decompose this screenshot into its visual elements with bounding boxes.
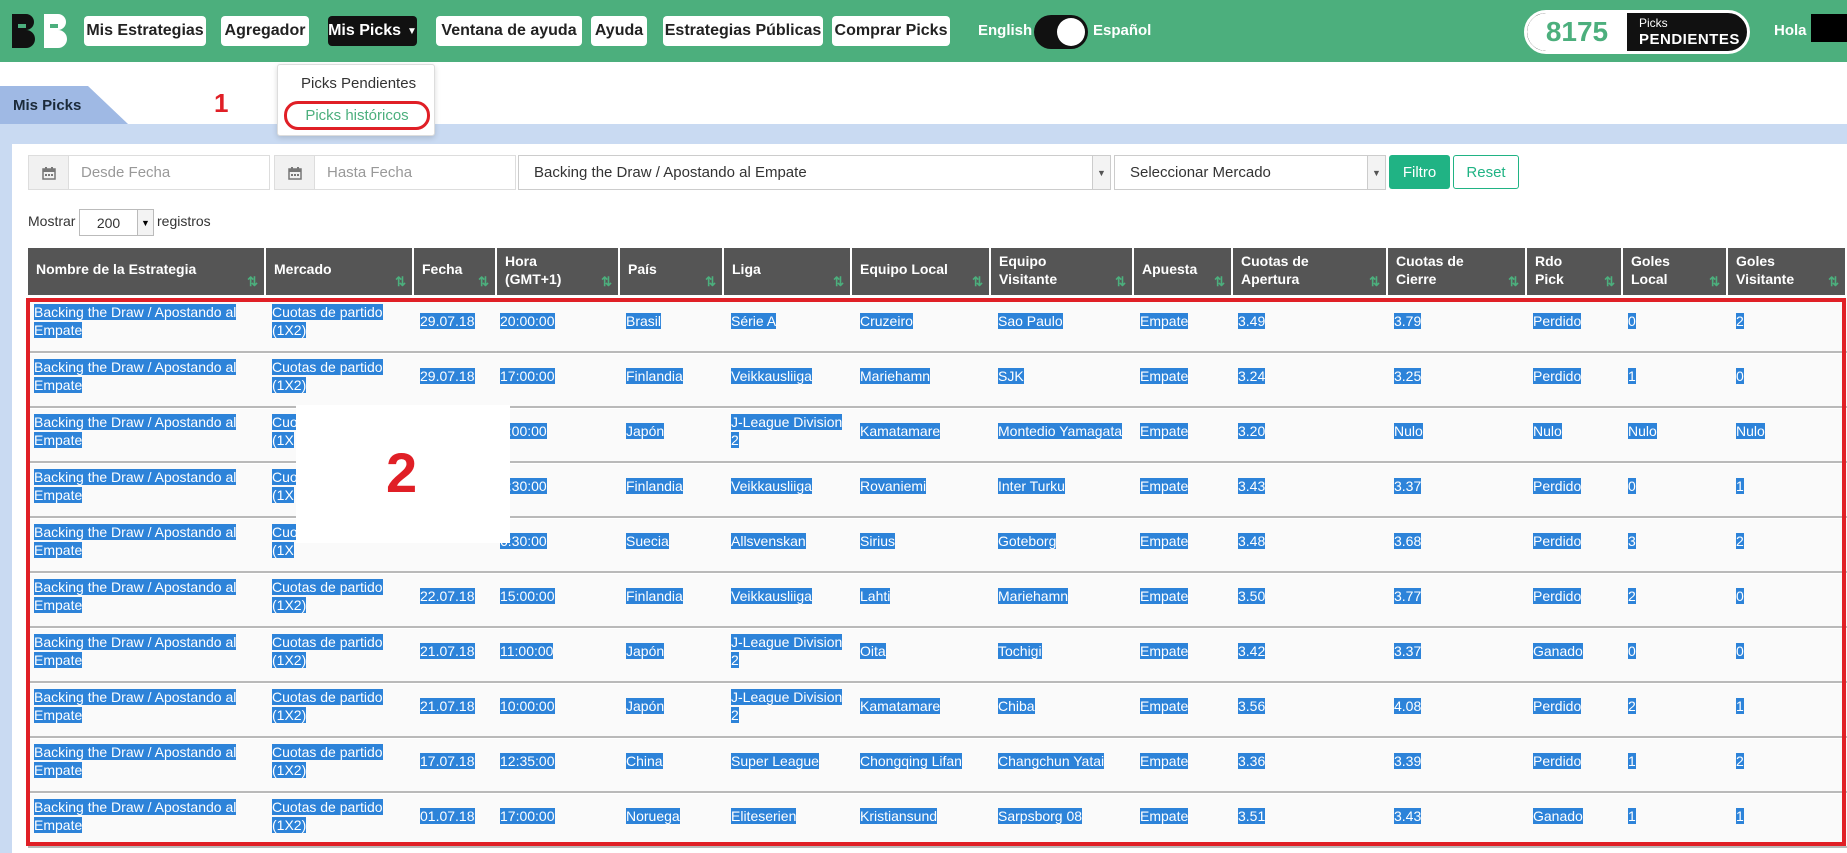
redacted-username[interactable] <box>1811 14 1847 42</box>
column-header-label: Cuotas de <box>1241 253 1309 269</box>
column-header[interactable]: Apuesta ⇅ <box>1134 248 1233 295</box>
column-header[interactable]: País ⇅ <box>620 248 724 295</box>
annotation-step-1: 1 <box>214 88 229 118</box>
brand-logo[interactable] <box>10 12 70 50</box>
sort-icon[interactable]: ⇅ <box>1709 273 1720 291</box>
sort-icon[interactable]: ⇅ <box>1115 273 1126 291</box>
chevron-down-icon: ▼ <box>1367 156 1385 189</box>
calendar-icon[interactable] <box>275 156 315 189</box>
nav-agregador[interactable]: Agregador <box>221 16 309 46</box>
date-to-field <box>274 155 516 190</box>
sort-icon[interactable]: ⇅ <box>972 273 983 291</box>
column-header-label: Visitante <box>999 271 1058 287</box>
sort-icon[interactable]: ⇅ <box>705 273 716 291</box>
column-header[interactable]: Equipo Visitante ⇅ <box>991 248 1134 295</box>
column-header-label: País <box>628 260 657 277</box>
lang-espanol-label[interactable]: Español <box>1093 22 1151 39</box>
column-header-label: Liga <box>732 260 761 277</box>
mis-picks-dropdown: Picks Pendientes Picks históricos <box>277 64 435 136</box>
sort-icon[interactable]: ⇅ <box>395 273 406 291</box>
nav-ayuda[interactable]: Ayuda <box>591 16 647 46</box>
column-header-label: Equipo <box>999 253 1047 269</box>
sort-icon[interactable]: ⇅ <box>478 273 489 291</box>
chevron-down-icon: ▼ <box>1092 156 1110 189</box>
sort-icon[interactable]: ⇅ <box>1369 273 1380 291</box>
calendar-icon[interactable] <box>29 156 69 189</box>
sort-icon[interactable]: ⇅ <box>1214 273 1225 291</box>
sort-icon[interactable]: ⇅ <box>601 273 612 291</box>
page-length-select[interactable]: 200 ▼ <box>79 209 154 236</box>
reset-button[interactable]: Reset <box>1453 155 1519 189</box>
column-header[interactable]: Liga ⇅ <box>724 248 852 295</box>
tab-label: Mis Picks <box>13 97 82 114</box>
column-header-label: Fecha <box>422 260 463 277</box>
menu-item-picks-pendientes[interactable]: Picks Pendientes <box>301 75 416 92</box>
pending-label-picks: Picks <box>1639 16 1668 30</box>
column-header-label: Rdo <box>1535 253 1563 269</box>
column-header[interactable]: Cuotas de Cierre ⇅ <box>1388 248 1527 295</box>
column-header-label: (GMT+1) <box>505 271 562 287</box>
nav-mis-picks[interactable]: Mis Picks ▼ <box>328 16 417 46</box>
nav-comprar-picks[interactable]: Comprar Picks <box>832 16 950 46</box>
column-header-label: Apertura <box>1241 271 1300 287</box>
sort-icon[interactable]: ⇅ <box>1604 273 1615 291</box>
column-header[interactable]: Fecha ⇅ <box>414 248 497 295</box>
market-select-value: Seleccionar Mercado <box>1130 164 1271 181</box>
sort-icon[interactable]: ⇅ <box>1508 273 1519 291</box>
column-header-label: Nombre de la Estrategia <box>36 260 197 277</box>
page-length-value: 200 <box>96 214 121 231</box>
lang-english-label[interactable]: English <box>978 22 1032 39</box>
column-header-label: Pick <box>1535 271 1564 287</box>
sort-icon[interactable]: ⇅ <box>833 273 844 291</box>
top-navbar: Mis Estrategias Agregador Mis Picks ▼ Ve… <box>0 0 1847 62</box>
nav-ventana-de-ayuda[interactable]: Ventana de ayuda <box>436 16 582 46</box>
column-header-label: Visitante <box>1736 271 1795 287</box>
market-select[interactable]: Seleccionar Mercado ▼ <box>1114 155 1386 190</box>
column-header[interactable]: Goles Visitante ⇅ <box>1728 248 1847 295</box>
column-header-label: Hora <box>505 253 537 269</box>
column-header[interactable]: Mercado ⇅ <box>266 248 414 295</box>
length-prefix: Mostrar <box>28 213 76 229</box>
tab-mis-picks[interactable]: Mis Picks <box>0 86 128 124</box>
chevron-down-icon: ▼ <box>137 210 153 235</box>
menu-item-picks-historicos[interactable]: Picks históricos <box>284 101 430 130</box>
column-header-label: Cierre <box>1396 271 1437 287</box>
nav-mis-estrategias[interactable]: Mis Estrategias <box>84 16 206 46</box>
pending-label-pendientes: PENDIENTES <box>1639 31 1740 48</box>
column-header-label: Cuotas de <box>1396 253 1464 269</box>
column-header-label: Goles <box>1631 253 1670 269</box>
date-from-input[interactable] <box>69 156 229 189</box>
strategy-select-value: Backing the Draw / Apostando al Empate <box>534 164 807 181</box>
column-header[interactable]: Rdo Pick ⇅ <box>1527 248 1623 295</box>
pending-count: 8175 <box>1527 13 1627 51</box>
column-header-label: Apuesta <box>1142 260 1198 277</box>
strategy-select[interactable]: Backing the Draw / Apostando al Empate ▼ <box>518 155 1111 190</box>
column-header-label: Equipo Local <box>860 260 948 277</box>
column-header-label: Mercado <box>274 260 332 277</box>
date-from-field <box>28 155 270 190</box>
pending-picks-counter[interactable]: 8175 Picks PENDIENTES <box>1524 10 1750 54</box>
sort-icon[interactable]: ⇅ <box>1828 273 1839 291</box>
nav-mis-picks-label: Mis Picks <box>328 22 402 39</box>
nav-estrategias-publicas[interactable]: Estrategias Públicas <box>663 16 823 46</box>
column-header-label: Goles <box>1736 253 1775 269</box>
column-header[interactable]: Cuotas de Apertura ⇅ <box>1233 248 1388 295</box>
column-header[interactable]: Hora (GMT+1) ⇅ <box>497 248 620 295</box>
column-header[interactable]: Equipo Local ⇅ <box>852 248 991 295</box>
language-toggle[interactable] <box>1034 15 1088 49</box>
length-suffix: registros <box>157 213 211 229</box>
annotation-highlight-box <box>26 298 1846 846</box>
sort-icon[interactable]: ⇅ <box>247 273 258 291</box>
toggle-knob <box>1057 18 1085 46</box>
date-to-input[interactable] <box>315 156 475 189</box>
greeting: Hola <box>1774 22 1807 39</box>
caret-down-icon: ▼ <box>407 25 417 37</box>
column-header-label: Local <box>1631 271 1668 287</box>
column-header[interactable]: Nombre de la Estrategia ⇅ <box>28 248 266 295</box>
filter-button[interactable]: Filtro <box>1389 155 1450 189</box>
column-header[interactable]: Goles Local ⇅ <box>1623 248 1728 295</box>
